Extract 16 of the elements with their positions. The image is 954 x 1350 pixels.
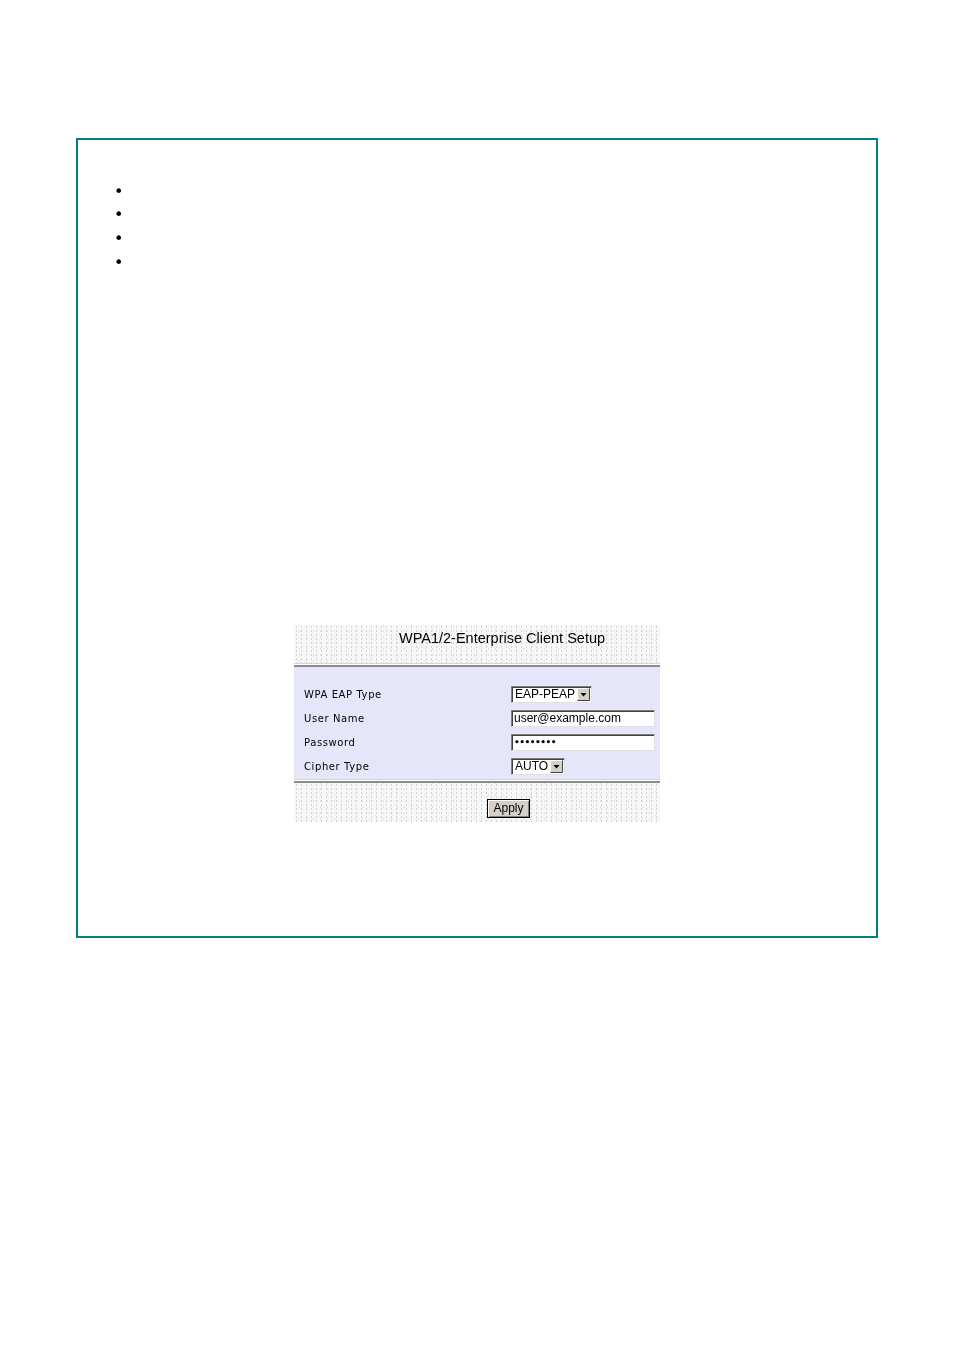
text-field[interactable]: user@example.com (511, 709, 655, 727)
dropdown-field[interactable]: AUTO (511, 757, 566, 775)
caret-icon (577, 687, 591, 701)
field-label: Password (304, 736, 356, 748)
field-label: User Name (304, 712, 365, 724)
apply-button[interactable]: Apply (487, 798, 530, 818)
form-title: WPA1/2-Enterprise Client Setup (399, 629, 606, 648)
dropdown-field[interactable]: EAP-PEAP (511, 685, 593, 703)
field-label: Cipher Type (304, 760, 370, 772)
password-field[interactable]: •••••••• (511, 733, 655, 751)
bullet-mark: • (114, 207, 124, 224)
bullet-mark: • (114, 183, 124, 200)
bullet-mark: • (114, 231, 124, 247)
field-label: WPA EAP Type (304, 688, 382, 700)
bullet-mark: • (114, 254, 124, 271)
caret-icon (550, 759, 564, 773)
